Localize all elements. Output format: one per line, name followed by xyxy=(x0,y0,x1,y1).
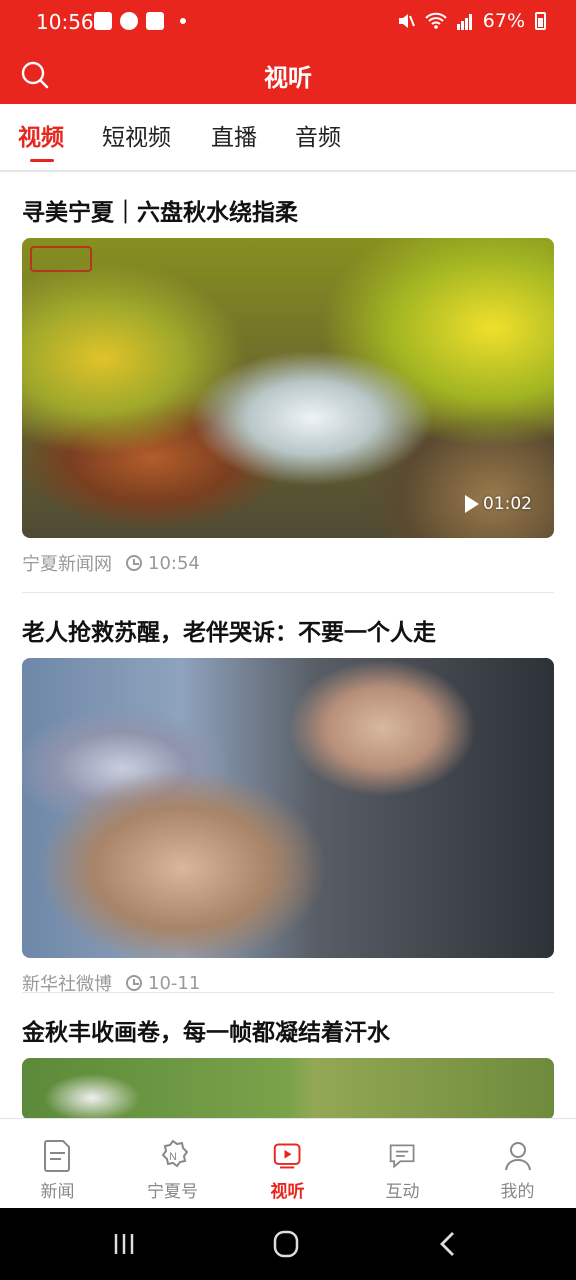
nav-interaction[interactable]: 互动 xyxy=(345,1119,460,1209)
ningxia-badge-icon: N xyxy=(161,1139,188,1168)
chat-icon xyxy=(389,1144,414,1169)
nav-label: 视听 xyxy=(270,1182,305,1202)
nav-label: 新闻 xyxy=(40,1182,75,1202)
more-notifications-dot-icon xyxy=(180,18,186,24)
tab-short-video[interactable]: 短视频 xyxy=(102,118,171,152)
battery-icon xyxy=(535,12,546,30)
article-card[interactable]: 老人抢救苏醒，老伴哭诉：不要一个人走 新华社微博 10-11 xyxy=(22,616,554,996)
article-time: 10:54 xyxy=(148,552,200,574)
divider xyxy=(22,992,554,993)
news-icon xyxy=(43,1140,70,1172)
clock-icon xyxy=(126,555,142,571)
video-feed[interactable]: 寻美宁夏｜六盘秋水绕指柔 01:02 宁夏新闻网 10:54 老人抢救苏醒，老伴… xyxy=(0,174,576,1118)
divider xyxy=(22,592,554,593)
status-time: 10:56 xyxy=(36,10,94,34)
gallery-icon xyxy=(94,12,112,30)
tab-audio[interactable]: 音频 xyxy=(295,118,341,152)
article-time: 10-11 xyxy=(148,972,201,994)
article-meta: 宁夏新闻网 10:54 xyxy=(22,550,554,576)
status-system-icons: 67% xyxy=(397,10,546,32)
home-icon[interactable] xyxy=(266,1228,306,1260)
status-notification-icons xyxy=(94,12,186,30)
nav-news[interactable]: 新闻 xyxy=(0,1119,115,1209)
nav-label: 宁夏号 xyxy=(147,1182,198,1202)
video-duration: 01:02 xyxy=(483,494,532,514)
signal-icon xyxy=(456,14,472,30)
article-title[interactable]: 寻美宁夏｜六盘秋水绕指柔 xyxy=(22,196,554,230)
mute-icon xyxy=(398,14,415,28)
svg-text:N: N xyxy=(169,1151,177,1163)
wifi-icon xyxy=(425,12,447,29)
bottom-navigation: 新闻 N 宁夏号 视听 互动 我的 xyxy=(0,1118,576,1208)
tab-video[interactable]: 视频 xyxy=(18,118,64,152)
article-source: 宁夏新闻网 xyxy=(22,554,112,575)
watermark-logo xyxy=(30,246,92,272)
nav-profile[interactable]: 我的 xyxy=(460,1119,575,1209)
battery-percent: 67% xyxy=(482,10,525,32)
system-navigation-bar xyxy=(0,1208,576,1280)
recent-apps-icon[interactable] xyxy=(104,1228,144,1260)
profile-icon xyxy=(504,1142,531,1171)
duration-badge: 01:02 xyxy=(465,494,532,514)
video-thumbnail[interactable] xyxy=(22,658,554,958)
clock-icon xyxy=(126,975,142,991)
checkbox-icon xyxy=(146,12,164,30)
category-tabs: 视频 短视频 直播 音频 xyxy=(0,104,576,172)
cloud-icon xyxy=(120,12,138,30)
page-title: 视听 xyxy=(264,64,312,92)
video-thumbnail[interactable]: 01:02 xyxy=(22,238,554,538)
status-bar: 10:56 67% xyxy=(0,0,576,48)
video-play-icon xyxy=(273,1143,300,1169)
article-card[interactable]: 寻美宁夏｜六盘秋水绕指柔 01:02 宁夏新闻网 10:54 xyxy=(22,196,554,576)
back-icon[interactable] xyxy=(428,1228,468,1260)
app-header: 视听 xyxy=(0,48,576,104)
article-title[interactable]: 老人抢救苏醒，老伴哭诉：不要一个人走 xyxy=(22,616,554,650)
play-icon xyxy=(465,495,479,513)
video-thumbnail[interactable] xyxy=(22,1058,554,1118)
active-tab-indicator xyxy=(30,159,54,162)
nav-label: 互动 xyxy=(385,1182,420,1202)
article-title[interactable]: 金秋丰收画卷，每一帧都凝结着汗水 xyxy=(22,1016,554,1050)
tab-live[interactable]: 直播 xyxy=(211,118,257,152)
nav-label: 我的 xyxy=(500,1182,535,1202)
article-card[interactable]: 金秋丰收画卷，每一帧都凝结着汗水 xyxy=(22,1016,554,1118)
nav-audiovisual[interactable]: 视听 xyxy=(230,1119,345,1209)
nav-ningxia-hao[interactable]: N 宁夏号 xyxy=(115,1119,230,1209)
